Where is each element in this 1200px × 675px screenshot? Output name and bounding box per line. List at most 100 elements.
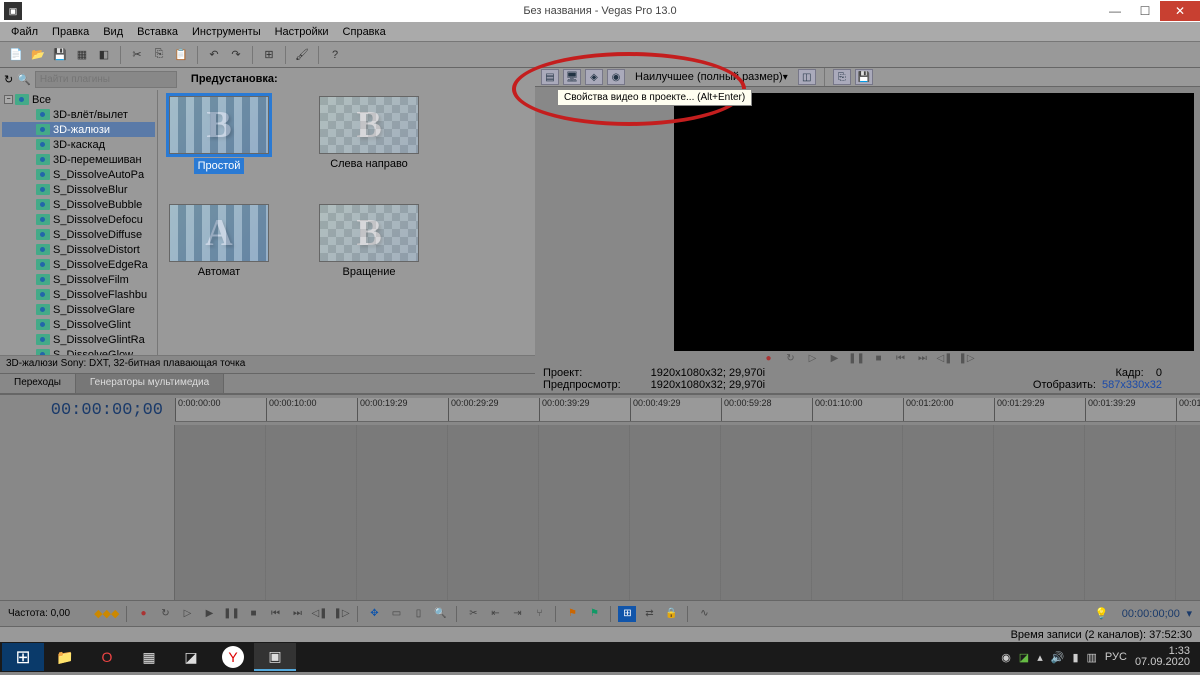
search-input[interactable] [35,71,177,88]
cut-icon[interactable]: ✂ [464,606,482,622]
save-snapshot-icon[interactable]: 💾 [855,69,873,85]
track-area[interactable] [175,425,1200,600]
safe-areas-icon[interactable]: ◉ [607,69,625,85]
tab-transitions[interactable]: Переходы [0,374,76,393]
scrub-handle-icon[interactable]: ◆◆◆ [94,607,119,620]
auto-ripple-icon[interactable]: ⇄ [640,606,658,622]
task-opera[interactable]: O [86,643,128,671]
task-yandex[interactable]: Y [222,646,244,668]
tree-item[interactable]: S_DissolveBlur [2,182,155,197]
open-icon[interactable]: 📂 [28,45,48,65]
tree-item[interactable]: S_DissolveGlare [2,302,155,317]
prev-frame-icon[interactable]: ◁❚ [310,606,328,622]
redo-icon[interactable]: ↷ [226,45,246,65]
split-icon[interactable]: ⑂ [530,606,548,622]
go-start-icon[interactable]: ⏮ [893,351,909,365]
tab-media-generators[interactable]: Генераторы мультимедиа [76,374,224,393]
tree-item[interactable]: 3D-влёт/вылет [2,107,155,122]
go-end-icon[interactable]: ⏭ [915,351,931,365]
loop-icon[interactable]: ↻ [156,606,174,622]
save-icon[interactable]: 💾 [50,45,70,65]
tree-item[interactable]: 3D-каскад [2,137,155,152]
task-app1[interactable]: ▦ [128,643,170,671]
preset-item[interactable]: BВращение [314,204,424,278]
tree-item[interactable]: S_DissolveDiffuse [2,227,155,242]
record-icon[interactable]: ● [761,351,777,365]
tree-item[interactable]: S_DissolveAutoPa [2,167,155,182]
task-app2[interactable]: ◪ [170,643,212,671]
go-end-icon[interactable]: ⏭ [288,606,306,622]
trim-start-icon[interactable]: ⇤ [486,606,504,622]
tree-item[interactable]: S_DissolveDistort [2,242,155,257]
preset-item[interactable]: BСлева направо [314,96,424,174]
tray-steam-icon[interactable]: ◉ [1001,651,1011,664]
tree-item[interactable]: S_DissolveGlow [2,347,155,355]
edit-tool-icon[interactable]: ✥ [365,606,383,622]
tray-lang[interactable]: РУС [1105,651,1127,663]
menu-file[interactable]: Файл [4,24,45,40]
region-icon[interactable]: ⚑ [585,606,603,622]
trim-end-icon[interactable]: ⇥ [508,606,526,622]
snap-icon[interactable]: ⊞ [618,606,636,622]
play-start-icon[interactable]: ▷ [805,351,821,365]
render-icon[interactable]: ▦ [72,45,92,65]
snap-icon[interactable]: ⊞ [259,45,279,65]
task-vegas[interactable]: ▣ [254,643,296,671]
preset-item[interactable]: AАвтомат [164,204,274,278]
tree-item[interactable]: 3D-жалюзи [2,122,155,137]
timeline-ruler[interactable]: 0:00:00:0000:00:10:0000:00:19:2900:00:29… [175,398,1200,422]
next-frame-icon[interactable]: ❚▷ [332,606,350,622]
close-button[interactable]: ✕ [1160,1,1200,21]
pause-icon[interactable]: ❚❚ [222,606,240,622]
project-properties-icon[interactable]: ▤ [541,69,559,85]
search-icon[interactable]: 🔍 [17,73,31,86]
split-view-icon[interactable]: ◫ [798,69,816,85]
tray-volume-icon[interactable]: 🔊 [1051,651,1065,664]
prev-frame-icon[interactable]: ◁❚ [937,351,953,365]
tree-item[interactable]: S_DissolveEdgeRa [2,257,155,272]
menu-tools[interactable]: Инструменты [185,24,268,40]
tray-up-icon[interactable]: ▴ [1037,651,1043,664]
menu-help[interactable]: Справка [336,24,393,40]
copy-icon[interactable]: ⎘ [149,45,169,65]
paste-icon[interactable]: 📋 [171,45,191,65]
tray-nvidia-icon[interactable]: ◪ [1019,651,1029,664]
marker-icon[interactable]: ⚑ [563,606,581,622]
envelope-tool-icon[interactable]: ▭ [387,606,405,622]
preview-quality-dropdown[interactable]: Наилучшее (полный размер) ▾ [629,69,794,86]
tree-item[interactable]: S_DissolveGlintRa [2,332,155,347]
play-icon[interactable]: ▶ [200,606,218,622]
maximize-button[interactable]: ☐ [1130,1,1160,21]
start-button[interactable]: ⊞ [2,643,44,671]
selection-tool-icon[interactable]: ▯ [409,606,427,622]
tree-item[interactable]: S_DissolveFilm [2,272,155,287]
play-icon[interactable]: ▶ [827,351,843,365]
preset-item[interactable]: BПростой [164,96,274,174]
play-start-icon[interactable]: ▷ [178,606,196,622]
menu-edit[interactable]: Правка [45,24,96,40]
tree-item[interactable]: S_DissolveFlashbu [2,287,155,302]
lock-icon[interactable]: 🔒 [662,606,680,622]
plugin-tree[interactable]: −Все 3D-влёт/вылет3D-жалюзи3D-каскад3D-п… [0,90,158,355]
new-icon[interactable]: 📄 [6,45,26,65]
brush-icon[interactable]: 🖌 [292,45,312,65]
external-monitor-icon[interactable]: 🖥 [563,69,581,85]
next-frame-icon[interactable]: ❚▷ [959,351,975,365]
overlays-icon[interactable]: ◈ [585,69,603,85]
auto-crossfade-icon[interactable]: ∿ [695,606,713,622]
tree-item[interactable]: 3D-перемешиван [2,152,155,167]
tree-item[interactable]: S_DissolveBubble [2,197,155,212]
menu-view[interactable]: Вид [96,24,130,40]
help-icon[interactable]: ? [325,45,345,65]
undo-icon[interactable]: ↶ [204,45,224,65]
zoom-tool-icon[interactable]: 🔍 [431,606,449,622]
menu-insert[interactable]: Вставка [130,24,185,40]
pause-icon[interactable]: ❚❚ [849,351,865,365]
tray-network-icon[interactable]: ▮ [1072,651,1078,664]
tray-action-icon[interactable]: ▥ [1087,651,1097,664]
minimize-button[interactable]: — [1100,1,1130,21]
record-icon[interactable]: ● [134,606,152,622]
copy-snapshot-icon[interactable]: ⎘ [833,69,851,85]
track-header-area[interactable] [0,425,175,600]
stop-icon[interactable]: ■ [871,351,887,365]
